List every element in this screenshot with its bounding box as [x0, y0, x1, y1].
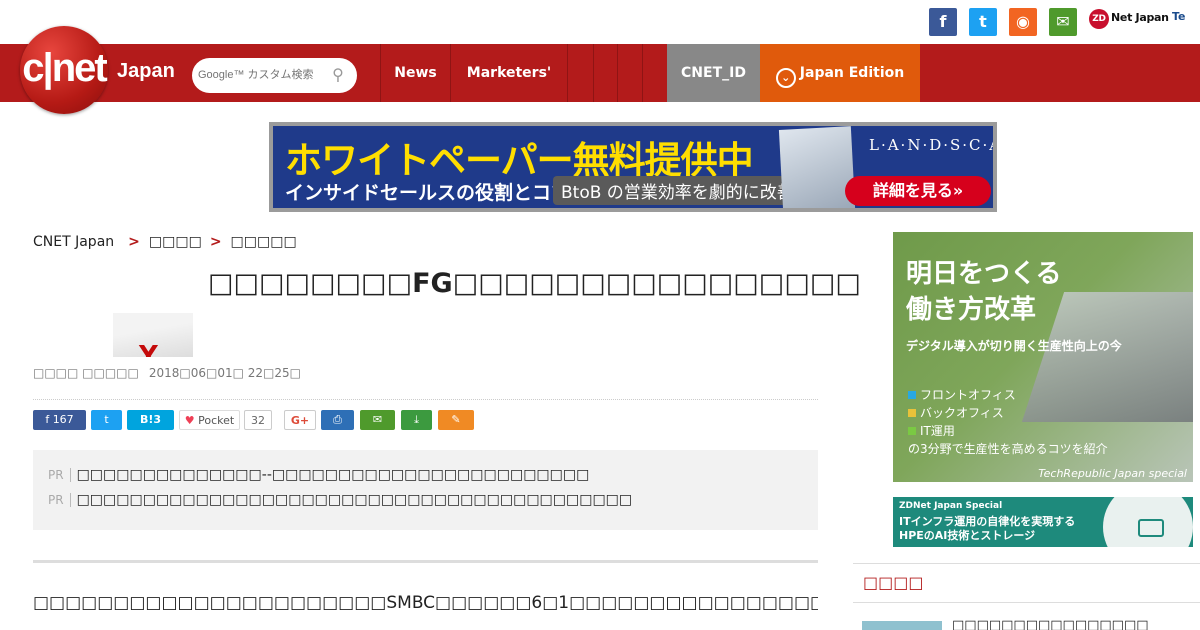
- breadcrumb: CNET Japan > □□□□ > □□□□□: [33, 234, 297, 250]
- divider: [33, 560, 818, 563]
- cnet-logo[interactable]: c|net: [20, 26, 108, 114]
- breadcrumb-level1[interactable]: □□□□: [149, 234, 202, 250]
- twitter-icon[interactable]: t: [969, 8, 997, 36]
- download-icon[interactable]: ⤓: [401, 410, 432, 430]
- google-plus-button[interactable]: G+: [284, 410, 316, 430]
- pr-link[interactable]: PR □□□□□□□□□□□□□□□□□□□□□□□□□□□□□□□□□□□□□□…: [48, 492, 632, 508]
- ad-subtitle: デジタル導入が切り開く生産性向上の今: [906, 339, 1122, 353]
- chevron-down-icon: ⌄: [775, 68, 796, 88]
- mail-icon[interactable]: ✉: [1049, 8, 1077, 36]
- email-icon[interactable]: ✉: [360, 410, 395, 430]
- twitter-icon: t: [104, 413, 109, 426]
- hatena-icon: B!: [139, 413, 154, 426]
- article-byline: □□□□ □□□□□ 2018□06□01□ 22□25□: [33, 366, 301, 380]
- facebook-icon[interactable]: f: [929, 8, 957, 36]
- banner-cta-button[interactable]: 詳細を見る»: [845, 176, 991, 206]
- pocket-icon: ♥: [184, 414, 195, 427]
- banner-image: [778, 126, 856, 208]
- nav-marketers[interactable]: Marketers': [450, 44, 567, 102]
- article-thumbnail: [113, 313, 193, 357]
- pocket-button[interactable]: ♥ Pocket: [179, 410, 240, 430]
- ad-footer: TechRepublic Japan special: [1038, 467, 1187, 480]
- facebook-share-button[interactable]: f 167: [33, 410, 86, 430]
- article-body: □□□□□□□□□□□□□□□□□□□□□□SMBC□□□□□□6□1□□□□□…: [33, 593, 818, 613]
- article-title: □□□□□□□□FG□□□□□□□□□□□□□□□□: [208, 268, 861, 299]
- author-name: □□□□ □□□□□: [33, 366, 139, 380]
- ad-list-item: IT運用: [908, 422, 955, 439]
- facebook-share-count: 167: [52, 413, 74, 426]
- divider: [33, 399, 818, 400]
- breadcrumb-level2[interactable]: □□□□□: [231, 234, 297, 250]
- main-nav: Japan ⚲ News Marketers' CNET_ID ⌄Japan E…: [0, 44, 1200, 102]
- pocket-count: 32: [244, 410, 272, 430]
- nav-item-2[interactable]: [593, 44, 617, 102]
- nav-item-1[interactable]: [567, 44, 593, 102]
- logo-edition[interactable]: Japan: [117, 60, 175, 83]
- breadcrumb-separator: >: [209, 234, 222, 250]
- clip-icon[interactable]: ✎: [438, 410, 474, 430]
- ad-list-item: バックオフィス: [908, 404, 1004, 421]
- zdnet-logo-icon: ZD: [1089, 9, 1109, 29]
- sidebar-section-header: □□□□: [853, 563, 1200, 603]
- sidebar-item-thumbnail[interactable]: [862, 621, 942, 630]
- nav-news[interactable]: News: [380, 44, 450, 102]
- search-input[interactable]: [198, 64, 326, 86]
- nav-item-3[interactable]: [617, 44, 642, 102]
- pr-tag: PR: [48, 493, 71, 507]
- utility-bar: f t ◉ ✉ ZD Net Japan Te: [0, 0, 1200, 44]
- breadcrumb-separator: >: [128, 234, 140, 250]
- monitor-icon: [1138, 519, 1164, 537]
- breadcrumb-home[interactable]: CNET Japan: [33, 234, 114, 250]
- hatena-bookmark-button[interactable]: B!3: [127, 410, 174, 430]
- rss-icon[interactable]: ◉: [1009, 8, 1037, 36]
- zdnet-japan-link[interactable]: ZD Net Japan: [1089, 9, 1169, 29]
- banner-subtitle: インサイドセールスの役割とコツ: [285, 182, 571, 204]
- twitter-share-button[interactable]: t: [91, 410, 122, 430]
- banner-ad[interactable]: ホワイトペーパー無料提供中 インサイドセールスの役割とコツ BtoB の営業効率…: [269, 122, 997, 212]
- ad-headline: ITインフラ運用の自律化を実現する HPEのAI技術とストレージ: [899, 515, 1076, 542]
- pr-tag: PR: [48, 468, 71, 482]
- ad-label: ZDNet Japan Special: [899, 501, 1003, 511]
- sidebar-ad-workstyle[interactable]: 明日をつくる 働き方改革 デジタル導入が切り開く生産性向上の今 フロントオフィス …: [893, 232, 1193, 482]
- banner-brand: L·A·N·D·S·C·A·P·E: [869, 136, 993, 154]
- hatena-count: 3: [153, 413, 162, 426]
- pr-link[interactable]: PR □□□□□□□□□□□□□□--□□□□□□□□□□□□□□□□□□□□□□…: [48, 467, 589, 483]
- nav-item-4[interactable]: [642, 44, 667, 102]
- facebook-icon: f: [45, 413, 50, 426]
- ad-headline: 明日をつくる 働き方改革: [906, 259, 1062, 325]
- print-icon[interactable]: ⎙: [321, 410, 354, 430]
- sidebar-ad-hpe[interactable]: ZDNet Japan Special ITインフラ運用の自律化を実現する HPE…: [893, 497, 1193, 547]
- ad-list-item: フロントオフィス: [908, 386, 1016, 403]
- pr-box: PR □□□□□□□□□□□□□□--□□□□□□□□□□□□□□□□□□□□□□…: [33, 450, 818, 530]
- search-icon[interactable]: ⚲: [327, 64, 349, 86]
- search-box[interactable]: ⚲: [192, 58, 357, 93]
- ad-list-item: の3分野で生産性を高めるコツを紹介: [908, 442, 1108, 456]
- banner-pill: BtoB の営業効率を劇的に改善！: [553, 176, 819, 205]
- nav-japan-edition[interactable]: ⌄ Japan Edition: [760, 44, 920, 102]
- nav-cnet-id[interactable]: CNET_ID: [667, 44, 760, 102]
- techrepublic-link[interactable]: Te: [1172, 10, 1186, 23]
- sidebar-item-link[interactable]: □□□□□□□□□□□□□□□□: [952, 618, 1149, 630]
- publish-date: 2018□06□01□ 22□25□: [148, 366, 301, 380]
